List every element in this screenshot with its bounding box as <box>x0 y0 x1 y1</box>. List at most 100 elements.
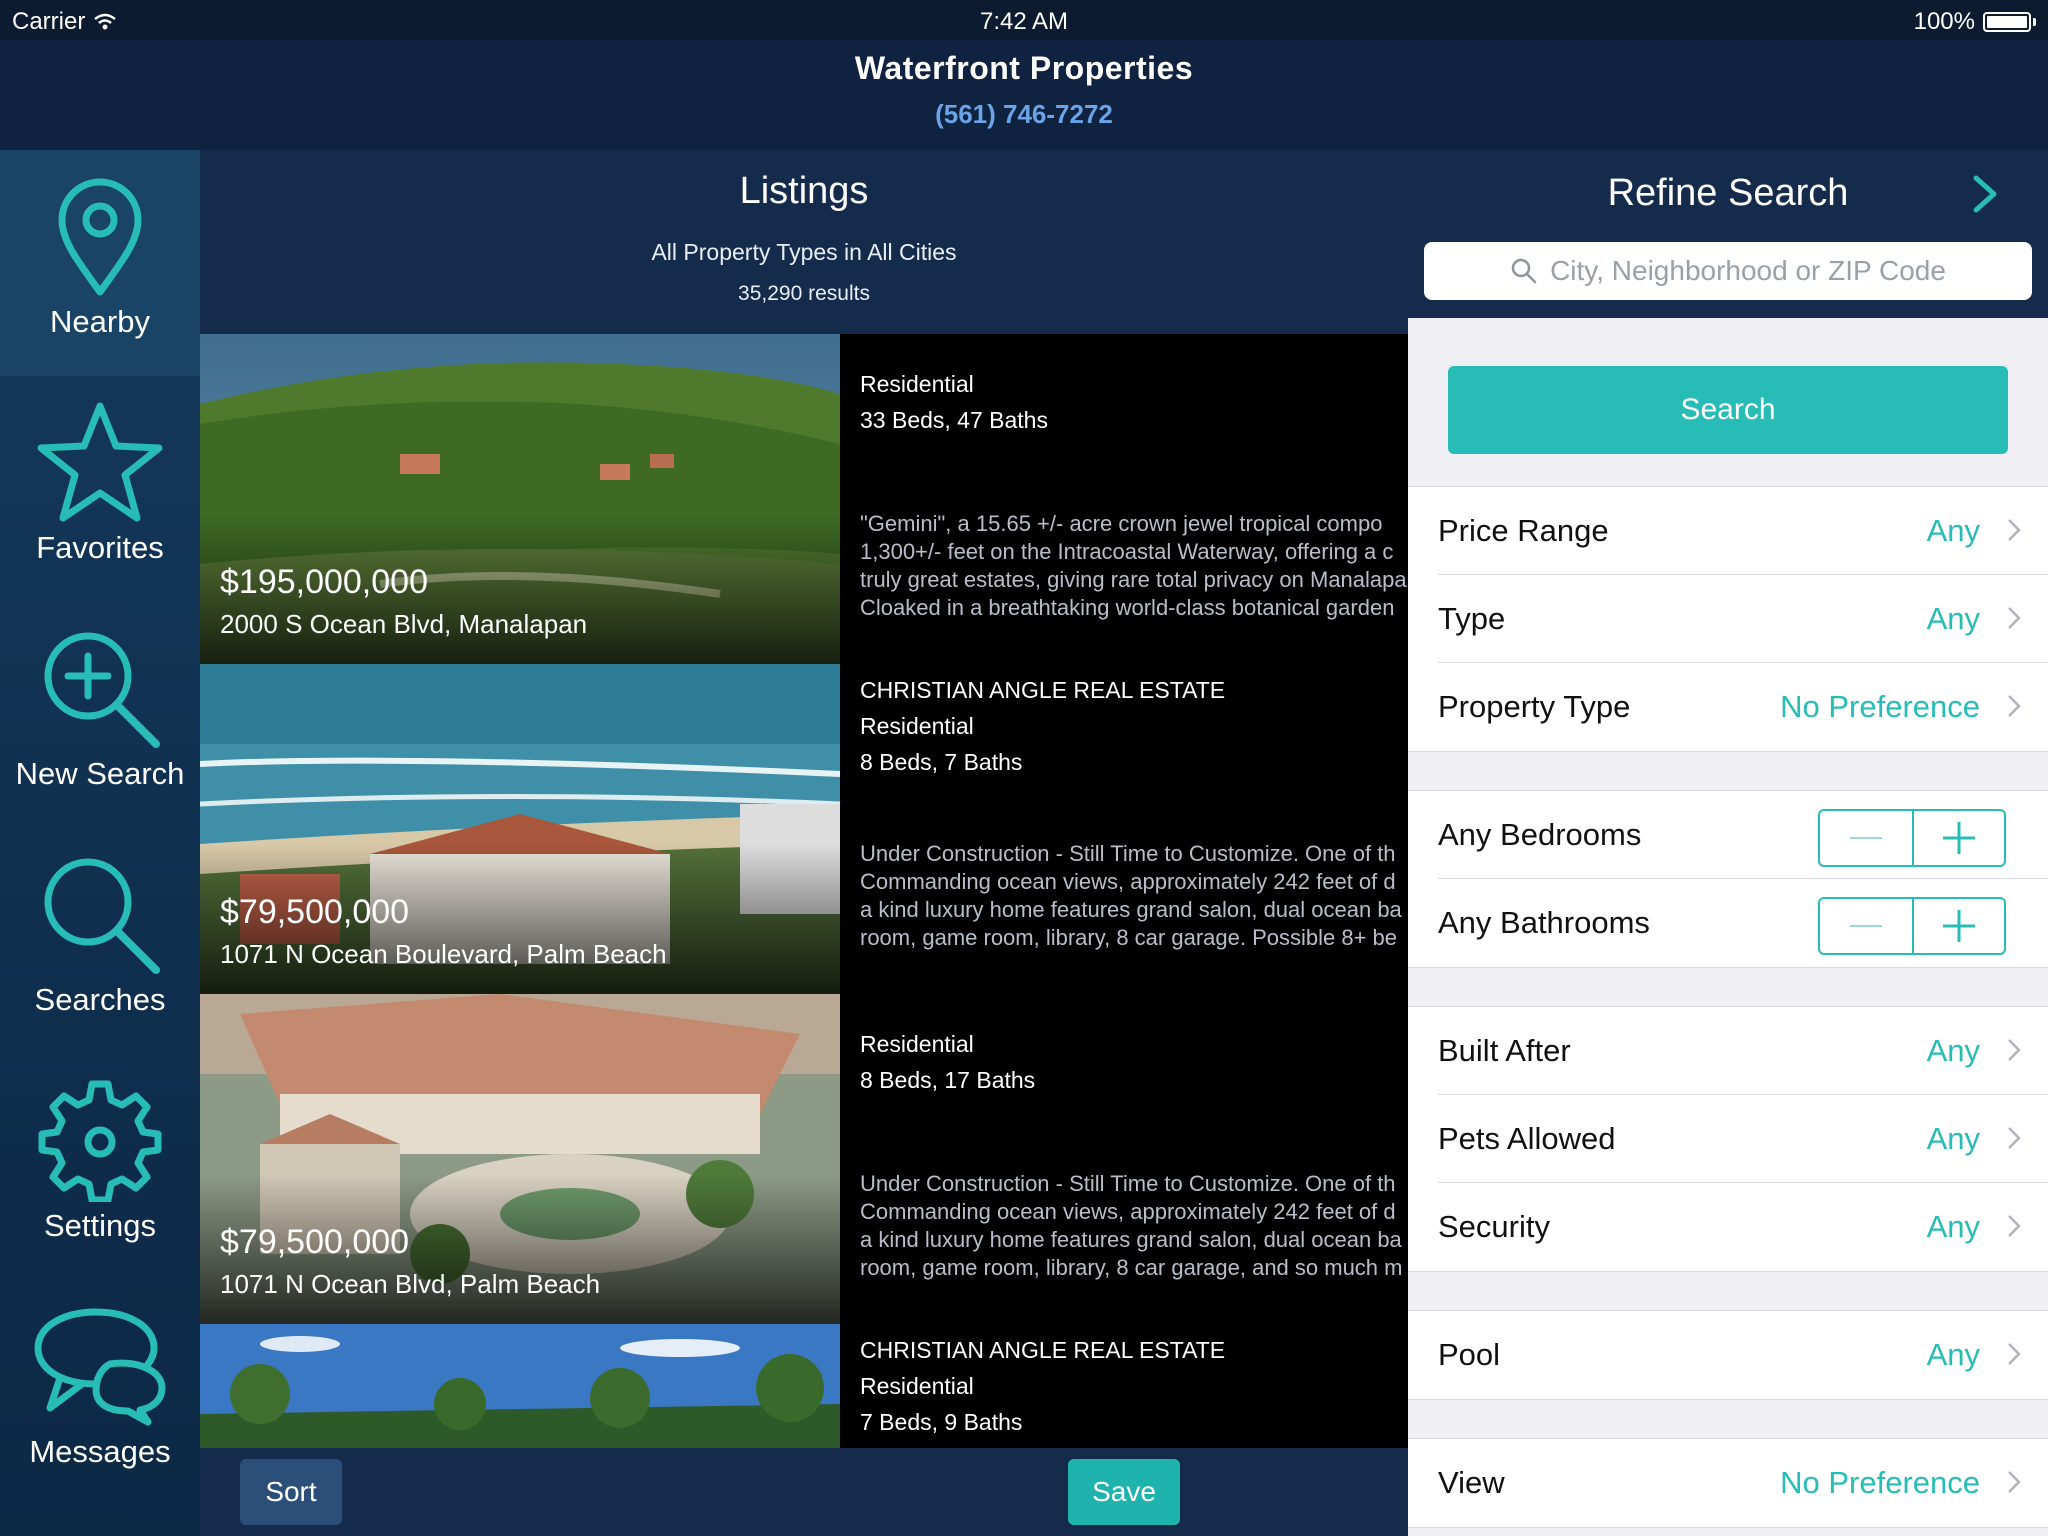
bedrooms-increment-button[interactable] <box>1912 811 2004 865</box>
filter-security[interactable]: Security Any <box>1438 1183 2048 1271</box>
filter-group-basic: Price Range Any Type Any Property Type N… <box>1408 486 2048 752</box>
filter-group-rooms: Any Bedrooms Any Bathrooms <box>1408 790 2048 968</box>
filter-label: Any Bedrooms <box>1438 817 1642 852</box>
plus-icon <box>1943 910 1975 942</box>
desc-line: Commanding ocean views, approximately 24… <box>860 869 1396 894</box>
desc-line: a kind luxury home features grand salon,… <box>860 1227 1402 1252</box>
filter-label: Built After <box>1438 1033 1571 1068</box>
filter-value: No Preference <box>1780 1465 1980 1500</box>
palm-trees-image <box>200 1324 840 1448</box>
zoom-in-icon <box>44 632 160 748</box>
sidebar-item-messages[interactable]: Messages <box>0 1280 200 1506</box>
listing-info: Residential 8 Beds, 17 Baths Under Const… <box>860 994 1408 1324</box>
listing-price: $195,000,000 <box>220 563 428 601</box>
listing-price: $79,500,000 <box>220 1223 410 1261</box>
desc-line: Under Construction - Still Time to Custo… <box>860 841 1396 866</box>
status-time: 7:42 AM <box>979 8 1069 35</box>
desc-line: room, game room, library, 8 car garage, … <box>860 1255 1403 1280</box>
listing-type: Residential <box>860 713 974 739</box>
sidebar-item-nearby[interactable]: Nearby <box>0 150 200 376</box>
filter-value: Any <box>1926 1337 1980 1372</box>
listings-filter-summary: All Property Types in All Cities <box>651 239 957 265</box>
listing-photo <box>200 1324 840 1448</box>
bathrooms-decrement-button[interactable] <box>1820 899 1912 953</box>
listing-beds-baths: 8 Beds, 7 Baths <box>860 749 1023 775</box>
search-icon <box>44 858 160 974</box>
chat-bubbles-icon <box>34 1308 166 1426</box>
minus-icon <box>1850 837 1882 839</box>
refine-title: Refine Search <box>1607 172 1849 214</box>
desc-line: truly great estates, giving rare total p… <box>860 567 1407 592</box>
listing-info: Residential 33 Beds, 47 Baths "Gemini", … <box>860 334 1408 664</box>
sidebar-item-searches[interactable]: Searches <box>0 828 200 1054</box>
filter-label: Any Bathrooms <box>1438 905 1650 940</box>
refine-header: Refine Search <box>1408 150 2048 236</box>
listing-description: Under Construction - Still Time to Custo… <box>860 1170 1408 1282</box>
search-button[interactable]: Search <box>1448 366 2008 454</box>
phone-link[interactable]: (561) 746-7272 <box>0 99 2048 130</box>
desc-line: room, game room, library, 8 car garage. … <box>860 925 1398 950</box>
listing-row[interactable]: $79,500,000 1071 N Ocean Boulevard, Palm… <box>200 664 1408 994</box>
filter-property-type[interactable]: Property Type No Preference <box>1438 663 2048 751</box>
filter-label: View <box>1438 1465 1505 1500</box>
listing-beds-baths: 8 Beds, 17 Baths <box>860 1067 1036 1093</box>
filter-pets-allowed[interactable]: Pets Allowed Any <box>1438 1095 2048 1183</box>
listing-description: "Gemini", a 15.65 +/- acre crown jewel t… <box>860 510 1408 622</box>
listing-row[interactable]: $79,500,000 1071 N Ocean Blvd, Palm Beac… <box>200 994 1408 1324</box>
filter-pool[interactable]: Pool Any <box>1438 1311 2048 1399</box>
listing-info: CHRISTIAN ANGLE REAL ESTATE Residential … <box>860 1324 1408 1448</box>
bathrooms-increment-button[interactable] <box>1912 899 2004 953</box>
filter-bathrooms: Any Bathrooms <box>1438 879 2048 967</box>
filter-type[interactable]: Type Any <box>1438 575 2048 663</box>
battery-tip <box>2033 18 2036 26</box>
save-search-button[interactable]: Save <box>1068 1459 1180 1525</box>
filter-price-range[interactable]: Price Range Any <box>1438 487 2048 575</box>
bedrooms-stepper <box>1818 809 2006 867</box>
bedrooms-decrement-button[interactable] <box>1820 811 1912 865</box>
search-field-area: City, Neighborhood or ZIP Code <box>1408 236 2048 318</box>
sidebar-nav: Nearby Favorites New Search Searches Set… <box>0 150 200 1536</box>
listing-agency: CHRISTIAN ANGLE REAL ESTATE <box>860 677 1226 703</box>
magnifier-icon <box>1511 258 1537 284</box>
filter-view[interactable]: View No Preference <box>1438 1439 2048 1527</box>
filter-value: Any <box>1926 601 1980 636</box>
listing-info: CHRISTIAN ANGLE REAL ESTATE Residential … <box>860 664 1408 994</box>
filter-built-after[interactable]: Built After Any <box>1438 1007 2048 1095</box>
sidebar-item-new-search[interactable]: New Search <box>0 602 200 828</box>
listing-type: Residential <box>860 371 974 397</box>
sidebar-label-settings: Settings <box>43 1208 156 1243</box>
listing-agency: CHRISTIAN ANGLE REAL ESTATE <box>860 1337 1226 1363</box>
listings-result-count: 35,290 results <box>738 282 870 305</box>
filter-value: No Preference <box>1780 689 1980 724</box>
sort-button[interactable]: Sort <box>240 1459 342 1525</box>
desc-line: Under Construction - Still Time to Custo… <box>860 1171 1396 1196</box>
filter-label: Pool <box>1438 1337 1501 1372</box>
listing-photo: $79,500,000 1071 N Ocean Blvd, Palm Beac… <box>200 994 840 1324</box>
location-search-input[interactable]: City, Neighborhood or ZIP Code <box>1424 242 2032 300</box>
filter-value: Any <box>1926 1033 1980 1068</box>
search-placeholder: City, Neighborhood or ZIP Code <box>1550 255 1946 286</box>
filter-group-features: Built After Any Pets Allowed Any Securit… <box>1408 1006 2048 1272</box>
chevron-right-icon <box>2008 1127 2021 1149</box>
sidebar-item-favorites[interactable]: Favorites <box>0 376 200 602</box>
plus-icon <box>1943 822 1975 854</box>
filter-group-view: View No Preference <box>1408 1438 2048 1528</box>
desc-line: 1,300+/- feet on the Intracoastal Waterw… <box>860 539 1394 564</box>
battery-percent: 100% <box>1913 8 1975 35</box>
chevron-right-icon[interactable] <box>1972 174 1998 214</box>
chevron-right-icon <box>2008 695 2021 717</box>
chevron-right-icon <box>2008 1039 2021 1061</box>
desc-line: Cloaked in a breathtaking world-class bo… <box>860 595 1395 620</box>
battery-indicator: 100% <box>1914 8 2036 36</box>
filter-bedrooms: Any Bedrooms <box>1438 791 2048 879</box>
listing-description: Under Construction - Still Time to Custo… <box>860 840 1408 952</box>
desc-line: a kind luxury home features grand salon,… <box>860 897 1402 922</box>
sidebar-item-settings[interactable]: Settings <box>0 1054 200 1280</box>
gear-icon <box>38 1080 162 1202</box>
desc-line: "Gemini", a 15.65 +/- acre crown jewel t… <box>860 511 1383 536</box>
listing-row[interactable]: CHRISTIAN ANGLE REAL ESTATE Residential … <box>200 1324 1408 1448</box>
battery-icon <box>1983 12 2031 32</box>
listings-toolbar: Sort Save <box>200 1448 1408 1536</box>
listing-photo: $195,000,000 2000 S Ocean Blvd, Manalapa… <box>200 334 840 664</box>
listing-row[interactable]: $195,000,000 2000 S Ocean Blvd, Manalapa… <box>200 334 1408 664</box>
